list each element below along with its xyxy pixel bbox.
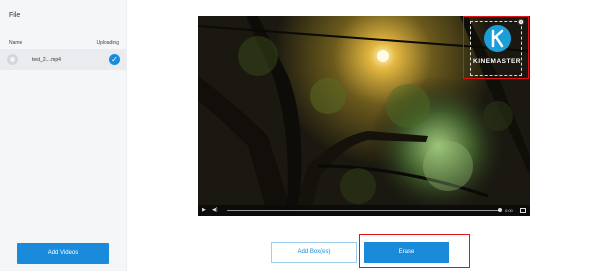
progress-handle[interactable] <box>498 208 502 212</box>
sidebar-title: File <box>9 12 21 19</box>
column-header-uploading: Uploading <box>96 40 119 46</box>
column-header-name: Name <box>9 40 23 46</box>
player-controls: ▶ ◀) 0:00 <box>198 205 530 216</box>
watermark-selection-box[interactable]: × KINEMASTER <box>463 16 529 79</box>
close-icon[interactable]: × <box>518 19 524 25</box>
add-videos-button[interactable]: Add Videos <box>17 243 109 264</box>
volume-icon[interactable]: ◀) <box>212 207 218 214</box>
sidebar: File Name Uploading test_2....mp4 ✓ Add … <box>0 0 127 271</box>
play-icon[interactable]: ▶ <box>202 207 206 214</box>
add-boxes-button[interactable]: Add Box(es) <box>271 242 357 263</box>
kinemaster-logo-icon <box>484 25 511 52</box>
watermark-region[interactable]: × KINEMASTER <box>470 19 524 76</box>
fullscreen-icon[interactable] <box>520 208 526 213</box>
watermark-text: KINEMASTER <box>473 58 521 65</box>
erase-button[interactable]: Erase <box>364 242 449 263</box>
video-file-icon <box>7 54 18 65</box>
checkmark-icon: ✓ <box>109 54 120 65</box>
file-list-item[interactable]: test_2....mp4 ✓ <box>0 49 127 70</box>
time-display: 0:00 <box>505 208 513 213</box>
file-name: test_2....mp4 <box>32 57 61 63</box>
progress-bar[interactable] <box>227 210 499 211</box>
